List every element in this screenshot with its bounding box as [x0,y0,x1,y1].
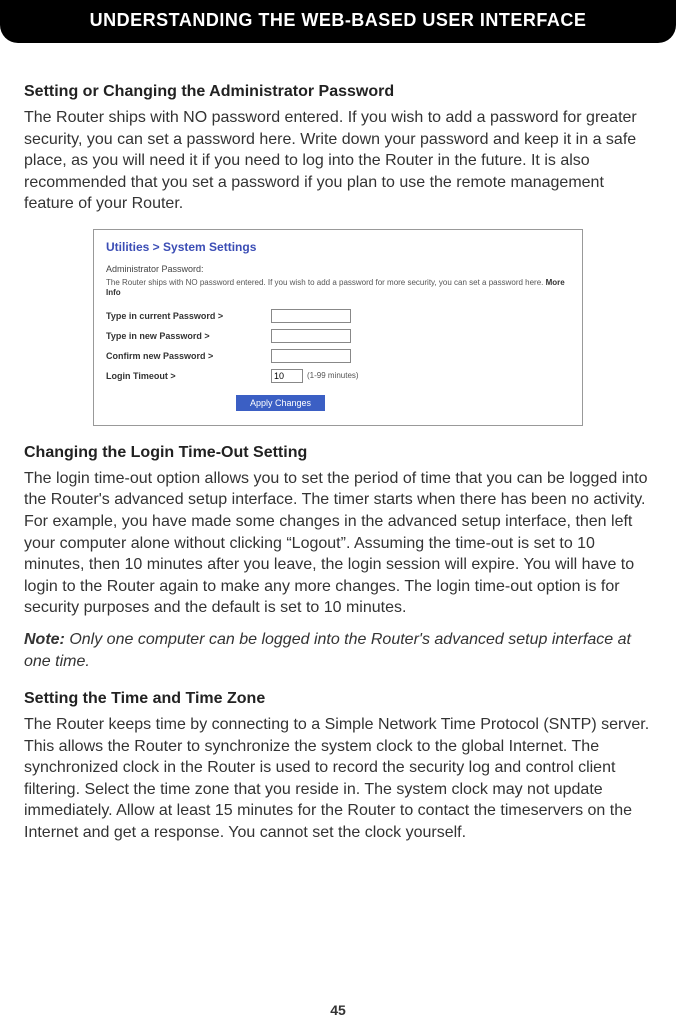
new-password-input[interactable] [271,329,351,343]
desc-text: The Router ships with NO password entere… [106,278,546,287]
page-banner: UNDERSTANDING THE WEB-BASED USER INTERFA… [0,0,676,43]
section2-note: Note: Only one computer can be logged in… [24,629,652,672]
page-number: 45 [0,1002,676,1018]
login-timeout-input[interactable] [271,369,303,383]
settings-screenshot: Utilities > System Settings Administrato… [93,229,583,426]
section2-heading: Changing the Login Time-Out Setting [24,444,652,462]
breadcrumb: Utilities > System Settings [106,240,570,254]
note-label: Note: [24,631,65,648]
admin-password-desc: The Router ships with NO password entere… [106,278,570,299]
section1-body: The Router ships with NO password entere… [24,107,652,215]
section3-body: The Router keeps time by connecting to a… [24,714,652,844]
apply-changes-button[interactable]: Apply Changes [236,395,325,411]
section3-heading: Setting the Time and Time Zone [24,690,652,708]
current-password-input[interactable] [271,309,351,323]
confirm-password-label: Confirm new Password > [106,351,271,361]
new-password-label: Type in new Password > [106,331,271,341]
row-confirm-password: Confirm new Password > [106,349,570,363]
login-timeout-label: Login Timeout > [106,371,271,381]
current-password-label: Type in current Password > [106,311,271,321]
confirm-password-input[interactable] [271,349,351,363]
login-timeout-suffix: (1-99 minutes) [307,371,359,380]
row-new-password: Type in new Password > [106,329,570,343]
section1-heading: Setting or Changing the Administrator Pa… [24,83,652,101]
note-body: Only one computer can be logged into the… [24,631,631,670]
row-current-password: Type in current Password > [106,309,570,323]
admin-password-label: Administrator Password: [106,264,570,274]
section2-body: The login time-out option allows you to … [24,468,652,619]
row-login-timeout: Login Timeout > (1-99 minutes) [106,369,570,383]
